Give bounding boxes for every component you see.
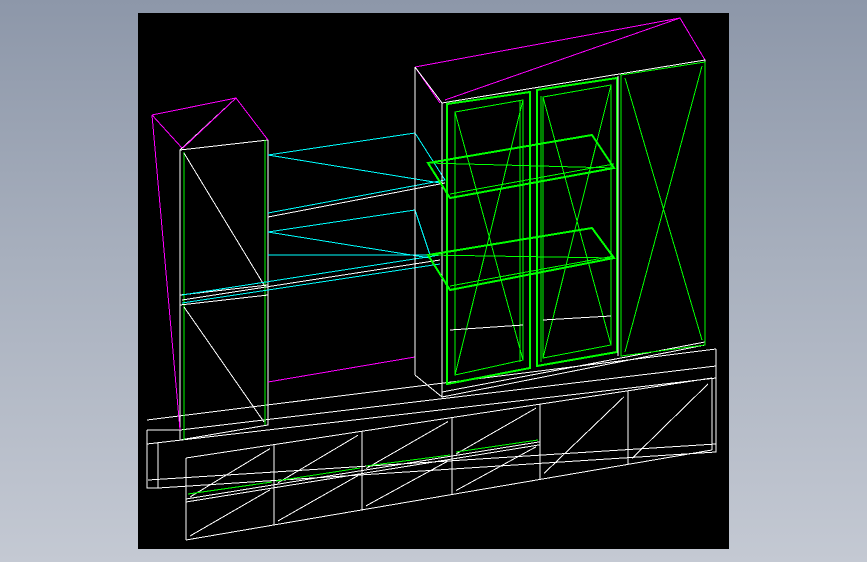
left-tower-hidden-diag2: [182, 97, 237, 149]
cabinet-wireframe-drawing: [146, 17, 717, 541]
left-tower-hidden-diag: [151, 114, 183, 149]
right-cabinet-top-edge: [414, 66, 443, 104]
drawer-green-accent-2: [275, 467, 361, 482]
cad-viewport[interactable]: [138, 13, 729, 549]
lower-shelf-diag: [267, 231, 431, 259]
inner-back-left: [449, 324, 524, 331]
middle-shelves: [181, 132, 446, 383]
glass-doors: [426, 76, 618, 386]
glass-shelf-lower: [426, 226, 616, 292]
right-cabinet-bottom-trim: [441, 341, 706, 393]
left-tower-x-lower: [183, 306, 265, 423]
right-cabinet-hidden-diag2: [444, 17, 681, 101]
drawer-green-accent-3: [365, 454, 451, 467]
back-panel-hidden: [267, 356, 416, 383]
base-cabinet: [146, 348, 717, 541]
right-cabinet: [414, 17, 706, 398]
drawer-green-accent-4: [455, 439, 539, 453]
left-tower-top: [179, 97, 269, 151]
long-shelf-front: [181, 259, 441, 301]
right-solid-door: [617, 61, 706, 357]
glass-shelf-upper-front: [449, 163, 615, 195]
upper-shelf-front: [267, 182, 446, 218]
right-cabinet-front: [441, 59, 706, 398]
door-1-x-b: [454, 99, 524, 376]
left-tower: [151, 97, 269, 441]
base-top-front-edge: [146, 365, 717, 445]
long-shelf-top: [181, 254, 441, 296]
glass-shelf-upper: [426, 133, 616, 200]
lower-shelf: [267, 209, 431, 256]
glass-shelf-upper-diag: [427, 162, 615, 169]
left-tower-hidden-side: [151, 114, 181, 431]
long-shelf-bottom: [181, 263, 441, 304]
upper-shelf: [267, 132, 446, 214]
solid-door-x-b: [624, 65, 703, 353]
left-tower-x-upper: [183, 152, 265, 286]
door-x-4: [543, 396, 625, 474]
glass-shelf-lower-front: [449, 255, 615, 287]
upper-shelf-diag: [267, 154, 441, 184]
base-front-bottom: [185, 449, 713, 541]
